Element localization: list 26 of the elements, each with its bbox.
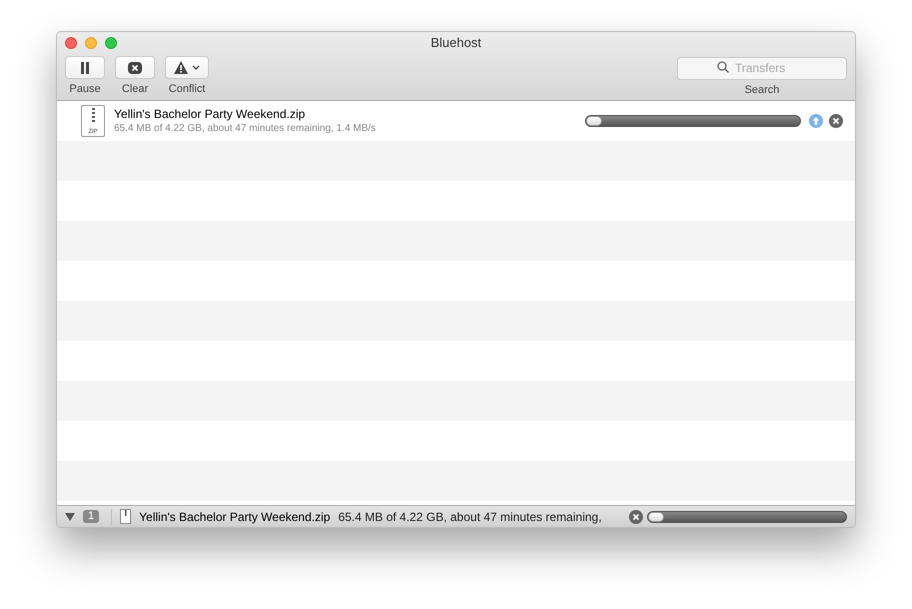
toolbar-button[interactable] xyxy=(115,56,155,79)
toolbar-label: Pause xyxy=(69,82,101,97)
warning-icon xyxy=(174,61,188,74)
caret-icon xyxy=(192,65,200,70)
close-icon xyxy=(128,62,142,74)
disclosure-triangle-icon[interactable] xyxy=(65,512,75,520)
status-detail: 65.4 MB of 4.22 GB, about 47 minutes remaining, xyxy=(338,508,602,526)
upload-icon xyxy=(809,114,823,128)
toolbar-label: Search xyxy=(744,83,780,98)
transfer-detail: 65.4 MB of 4.22 GB, about 47 minutes remaining, 1.4 MB/s xyxy=(114,122,377,136)
toolbar-button[interactable] xyxy=(165,56,209,79)
close-window-button[interactable] xyxy=(65,37,77,49)
count-badge: 1 xyxy=(83,510,100,523)
search-field[interactable]: Transfers xyxy=(677,56,847,80)
zoom-button[interactable] xyxy=(105,37,117,49)
file-name: Yellin's Bachelor Party Weekend.zip xyxy=(114,106,306,122)
cancel-icon[interactable] xyxy=(829,114,843,128)
cancel-icon[interactable] xyxy=(629,510,643,524)
pause-icon xyxy=(80,62,90,74)
document-icon xyxy=(120,509,132,524)
toolbar-button[interactable] xyxy=(65,56,105,79)
toolbar-label: Clear xyxy=(122,82,148,97)
status-file-name: Yellin's Bachelor Party Weekend.zip xyxy=(139,508,330,526)
window-title: Bluehost xyxy=(430,34,482,52)
search-icon xyxy=(717,61,729,73)
toolbar-label: Conflict xyxy=(168,82,206,97)
